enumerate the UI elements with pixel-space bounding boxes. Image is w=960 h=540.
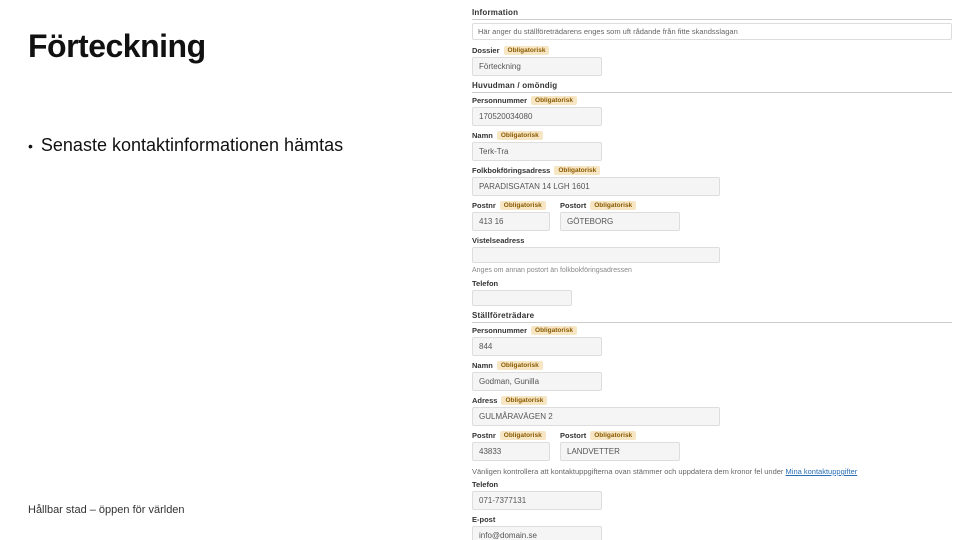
- hm-postort-label: Postort: [560, 201, 586, 210]
- st-postort-input[interactable]: LANDVETTER: [560, 442, 680, 461]
- section-stallforetradare-header: Ställföreträdare: [472, 311, 952, 320]
- hm-postnr-input[interactable]: 413 16: [472, 212, 550, 231]
- st-postnr-input[interactable]: 43833: [472, 442, 550, 461]
- required-tag: Obligatorisk: [497, 361, 543, 370]
- st-pnr-label: Personnummer: [472, 326, 527, 335]
- form-panel: Information Här anger du ställföreträdar…: [464, 0, 960, 540]
- required-tag: Obligatorisk: [554, 166, 600, 175]
- hm-postort-input[interactable]: GÖTEBORG: [560, 212, 680, 231]
- st-email-label: E-post: [472, 515, 495, 524]
- hm-name-label: Namn: [472, 131, 493, 140]
- divider: [472, 19, 952, 20]
- st-postort-label: Postort: [560, 431, 586, 440]
- required-tag: Obligatorisk: [590, 201, 636, 210]
- required-tag: Obligatorisk: [531, 96, 577, 105]
- st-email-input[interactable]: info@domain.se: [472, 526, 602, 540]
- st-tel-input[interactable]: 071-7377131: [472, 491, 602, 510]
- divider: [472, 92, 952, 93]
- st-addr-label: Adress: [472, 396, 497, 405]
- divider: [472, 322, 952, 323]
- st-name-input[interactable]: Godman, Gunilla: [472, 372, 602, 391]
- page-title: Förteckning: [28, 28, 448, 65]
- hm-tel-input[interactable]: [472, 290, 572, 306]
- bullet-text: Senaste kontaktinformationen hämtas: [41, 135, 343, 156]
- section-information-header: Information: [472, 8, 952, 17]
- info-hint: Här anger du ställföreträdarens enges so…: [472, 23, 952, 40]
- contact-link[interactable]: Mina kontaktuppgifter: [786, 467, 858, 476]
- hm-name-input[interactable]: Terk-Tra: [472, 142, 602, 161]
- hm-pnr-input[interactable]: 170520034080: [472, 107, 602, 126]
- required-tag: Obligatorisk: [500, 431, 546, 440]
- bullet-item: • Senaste kontaktinformationen hämtas: [28, 135, 448, 157]
- st-postnr-label: Postnr: [472, 431, 496, 440]
- required-tag: Obligatorisk: [501, 396, 547, 405]
- required-tag: Obligatorisk: [497, 131, 543, 140]
- hm-vist-hint: Anges om annan postort än folkbokförings…: [472, 267, 720, 274]
- required-tag: Obligatorisk: [500, 201, 546, 210]
- hm-pnr-label: Personnummer: [472, 96, 527, 105]
- st-addr-input[interactable]: GULMÅRAVÄGEN 2: [472, 407, 720, 426]
- required-tag: Obligatorisk: [531, 326, 577, 335]
- st-tel-label: Telefon: [472, 480, 498, 489]
- required-tag: Obligatorisk: [590, 431, 636, 440]
- bullet-dot: •: [28, 135, 33, 157]
- dossier-label: Dossier: [472, 46, 500, 55]
- dossier-input[interactable]: Förteckning: [472, 57, 602, 76]
- hm-vist-label: Vistelseadress: [472, 236, 524, 245]
- hm-vist-input[interactable]: [472, 247, 720, 263]
- hm-addr-input[interactable]: PARADISGATAN 14 LGH 1601: [472, 177, 720, 196]
- st-name-label: Namn: [472, 361, 493, 370]
- hm-postnr-label: Postnr: [472, 201, 496, 210]
- slide-footer: Hållbar stad – öppen för världen: [28, 504, 185, 516]
- st-pnr-input[interactable]: 844: [472, 337, 602, 356]
- section-huvudman-header: Huvudman / omöndig: [472, 81, 952, 90]
- hm-tel-label: Telefon: [472, 279, 498, 288]
- contact-note: Vänligen kontrollera att kontaktuppgifte…: [472, 467, 952, 476]
- hm-addr-label: Folkbokföringsadress: [472, 166, 550, 175]
- required-tag: Obligatorisk: [504, 46, 550, 55]
